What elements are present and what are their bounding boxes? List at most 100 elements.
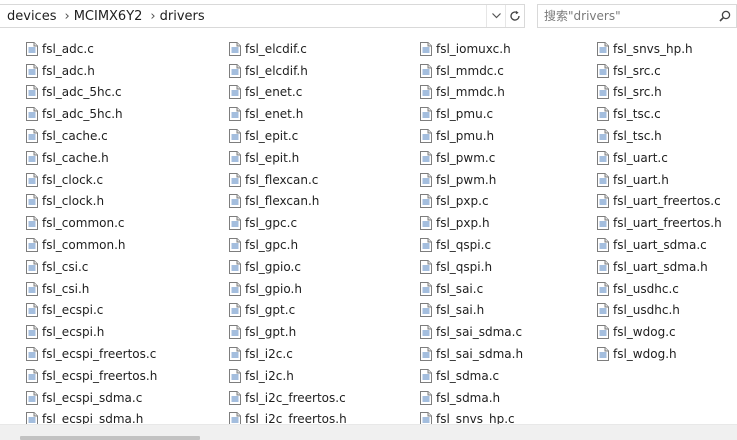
file-item[interactable]: fsl_gpt.c [229, 300, 347, 322]
file-item[interactable]: fsl_adc.c [26, 38, 157, 60]
horizontal-scrollbar[interactable] [0, 424, 737, 440]
file-item[interactable]: fsl_i2c_freertos.c [229, 387, 347, 409]
breadcrumb-separator-icon[interactable]: › [142, 9, 157, 24]
text-file-icon [26, 85, 42, 100]
file-item[interactable]: fsl_pxp.h [420, 212, 523, 234]
file-item[interactable]: fsl_qspi.c [420, 234, 523, 256]
text-file-icon [420, 129, 436, 144]
file-item[interactable]: fsl_uart_sdma.c [597, 234, 722, 256]
file-item[interactable]: fsl_wdog.h [597, 343, 722, 365]
file-item[interactable]: fsl_enet.c [229, 82, 347, 104]
file-item[interactable]: fsl_csi.c [26, 256, 157, 278]
search-input[interactable] [538, 6, 714, 26]
text-file-icon [420, 281, 436, 296]
file-item[interactable]: fsl_pwm.h [420, 169, 523, 191]
file-item[interactable]: fsl_qspi.h [420, 256, 523, 278]
file-item[interactable]: fsl_uart_freertos.h [597, 212, 722, 234]
file-item[interactable]: fsl_wdog.c [597, 321, 722, 343]
file-item[interactable]: fsl_elcdif.h [229, 60, 347, 82]
file-item[interactable]: fsl_common.h [26, 234, 157, 256]
file-name: fsl_sai.h [436, 303, 485, 318]
file-name: fsl_ecspi.c [42, 303, 104, 318]
breadcrumb-drivers[interactable]: drivers [158, 9, 205, 24]
file-item[interactable]: fsl_pxp.c [420, 191, 523, 213]
file-item[interactable]: fsl_enet.h [229, 103, 347, 125]
file-item[interactable]: fsl_i2c.h [229, 365, 347, 387]
file-item[interactable]: fsl_flexcan.c [229, 169, 347, 191]
file-item[interactable]: fsl_clock.h [26, 191, 157, 213]
search-icon[interactable] [714, 10, 736, 22]
file-name: fsl_pxp.c [436, 194, 489, 209]
file-item[interactable]: fsl_cache.h [26, 147, 157, 169]
file-item[interactable]: fsl_uart.c [597, 147, 722, 169]
file-item[interactable]: fsl_flexcan.h [229, 191, 347, 213]
text-file-icon [420, 85, 436, 100]
file-item[interactable]: fsl_snvs_hp.h [597, 38, 722, 60]
file-item[interactable]: fsl_ecspi_sdma.c [26, 387, 157, 409]
text-file-icon [229, 150, 245, 165]
text-file-icon [597, 107, 613, 122]
file-item[interactable]: fsl_epit.h [229, 147, 347, 169]
breadcrumb-separator-icon[interactable]: › [56, 9, 71, 24]
text-file-icon [26, 281, 42, 296]
file-item[interactable]: fsl_gpt.h [229, 321, 347, 343]
refresh-icon[interactable] [505, 5, 524, 27]
file-item[interactable]: fsl_adc_5hc.h [26, 103, 157, 125]
address-bar[interactable]: devices › MCIMX6Y2 › drivers [0, 4, 525, 28]
file-item[interactable]: fsl_elcdif.c [229, 38, 347, 60]
text-file-icon [26, 347, 42, 362]
breadcrumb-devices[interactable]: devices [0, 9, 56, 24]
file-item[interactable]: fsl_iomuxc.h [420, 38, 523, 60]
file-item[interactable]: fsl_gpio.h [229, 278, 347, 300]
file-name: fsl_enet.h [245, 107, 304, 122]
file-item[interactable]: fsl_epit.c [229, 125, 347, 147]
file-item[interactable]: fsl_mmdc.c [420, 60, 523, 82]
breadcrumb-mcimx6y2[interactable]: MCIMX6Y2 [72, 9, 143, 24]
file-column: fsl_snvs_hp.h fsl_src.c fsl_src.h fsl_tsc.c… [597, 38, 722, 365]
file-item[interactable]: fsl_pwm.c [420, 147, 523, 169]
file-item[interactable]: fsl_pmu.c [420, 103, 523, 125]
file-item[interactable]: fsl_sai_sdma.c [420, 321, 523, 343]
file-item[interactable]: fsl_sdma.c [420, 365, 523, 387]
file-item[interactable]: fsl_csi.h [26, 278, 157, 300]
text-file-icon [229, 63, 245, 78]
file-item[interactable]: fsl_adc_5hc.c [26, 82, 157, 104]
file-item[interactable]: fsl_sai.c [420, 278, 523, 300]
file-item[interactable]: fsl_uart.h [597, 169, 722, 191]
file-item[interactable]: fsl_sai.h [420, 300, 523, 322]
file-name: fsl_mmdc.c [436, 63, 504, 78]
file-item[interactable]: fsl_uart_freertos.c [597, 191, 722, 213]
scrollbar-thumb[interactable] [20, 436, 200, 440]
file-item[interactable]: fsl_usdhc.c [597, 278, 722, 300]
file-item[interactable]: fsl_mmdc.h [420, 82, 523, 104]
text-file-icon [229, 172, 245, 187]
file-item[interactable]: fsl_adc.h [26, 60, 157, 82]
file-item[interactable]: fsl_tsc.c [597, 103, 722, 125]
file-name: fsl_ecspi_sdma.c [42, 390, 143, 405]
file-item[interactable]: fsl_src.c [597, 60, 722, 82]
file-item[interactable]: fsl_src.h [597, 82, 722, 104]
file-item[interactable]: fsl_pmu.h [420, 125, 523, 147]
file-item[interactable]: fsl_common.c [26, 212, 157, 234]
file-name: fsl_epit.h [245, 150, 300, 165]
file-item[interactable]: fsl_ecspi.c [26, 300, 157, 322]
file-item[interactable]: fsl_gpc.h [229, 234, 347, 256]
text-file-icon [229, 107, 245, 122]
file-item[interactable]: fsl_ecspi_freertos.h [26, 365, 157, 387]
file-name: fsl_tsc.h [613, 129, 662, 144]
file-item[interactable]: fsl_ecspi.h [26, 321, 157, 343]
file-item[interactable]: fsl_ecspi_freertos.c [26, 343, 157, 365]
file-item[interactable]: fsl_gpio.c [229, 256, 347, 278]
search-box[interactable] [537, 4, 737, 28]
file-item[interactable]: fsl_tsc.h [597, 125, 722, 147]
file-item[interactable]: fsl_clock.c [26, 169, 157, 191]
file-item[interactable]: fsl_usdhc.h [597, 300, 722, 322]
file-item[interactable]: fsl_gpc.c [229, 212, 347, 234]
file-item[interactable]: fsl_sai_sdma.h [420, 343, 523, 365]
file-item[interactable]: fsl_uart_sdma.h [597, 256, 722, 278]
text-file-icon [229, 41, 245, 56]
chevron-down-icon[interactable] [486, 5, 505, 27]
file-item[interactable]: fsl_i2c.c [229, 343, 347, 365]
file-item[interactable]: fsl_sdma.h [420, 387, 523, 409]
file-item[interactable]: fsl_cache.c [26, 125, 157, 147]
